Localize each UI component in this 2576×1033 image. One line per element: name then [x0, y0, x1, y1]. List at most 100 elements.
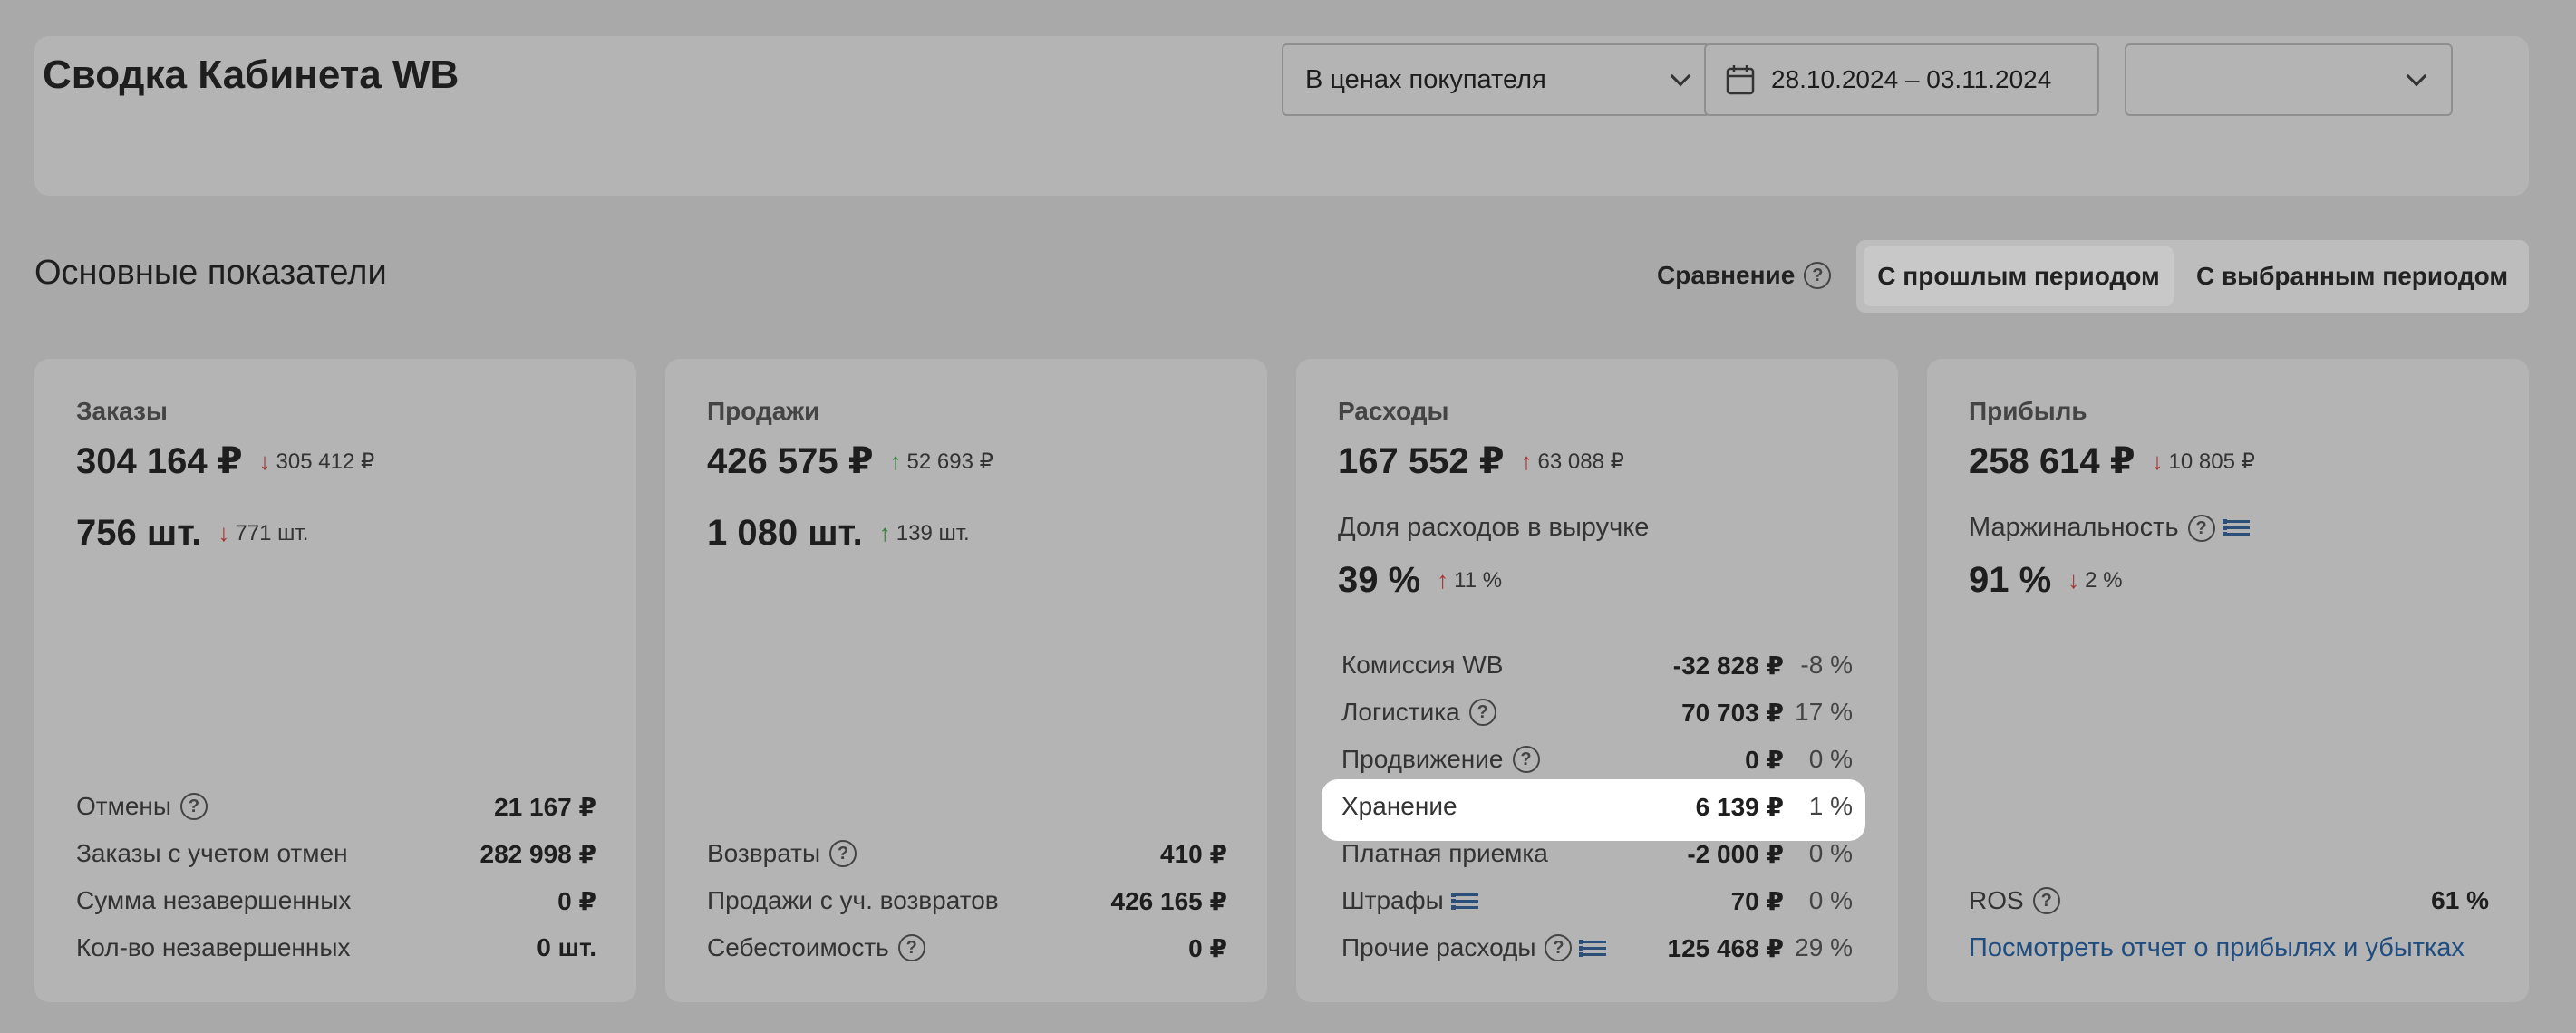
row-value: 70 ₽	[1730, 886, 1784, 915]
arrow-down-icon: ↓	[258, 447, 271, 475]
sales-count: 1 080 шт.	[707, 513, 863, 553]
compare-label-text: Сравнение	[1657, 261, 1796, 289]
question-circle-icon[interactable]: ?	[2187, 514, 2215, 542]
extra-select[interactable]	[2125, 43, 2453, 116]
question-circle-icon[interactable]: ?	[1804, 262, 1832, 289]
arrow-up-icon: ↑	[878, 519, 891, 546]
profit-label: Прибыль	[1969, 397, 2087, 425]
orders-row-unfinished-sum: Сумма незавершенных 0 ₽	[76, 883, 596, 919]
profit-amount-row: 258 614 ₽ ↓ 10 805 ₽	[1969, 440, 2255, 482]
row-value: -32 828 ₽	[1672, 651, 1784, 680]
section-title: Основные показатели	[34, 254, 387, 292]
row-value: 125 468 ₽	[1667, 933, 1784, 962]
sales-count-row: 1 080 шт. ↑ 139 шт.	[707, 513, 970, 554]
orders-row-net: Заказы с учетом отмен 282 998 ₽	[76, 835, 596, 872]
row-label: Кол-во незавершенных	[76, 933, 351, 961]
compare-label: Сравнение ?	[1657, 261, 1832, 290]
row-value: 70 703 ₽	[1681, 698, 1784, 727]
orders-count-delta: ↓ 771 шт.	[218, 519, 308, 547]
page-title: Сводка Кабинета WB	[43, 53, 460, 97]
row-label: Прочие расходы	[1341, 933, 1536, 961]
expenses-amount-delta: ↑ 63 088 ₽	[1521, 448, 1624, 476]
expenses-row-paid-acceptance: Платная приемка -2 000 ₽ 0 %	[1341, 835, 1853, 872]
question-circle-icon[interactable]: ?	[1468, 699, 1496, 726]
question-circle-icon[interactable]: ?	[829, 840, 857, 867]
row-label: Штрафы	[1341, 886, 1444, 914]
sales-row-net: Продажи с уч. возвратов 426 165 ₽	[707, 883, 1227, 919]
orders-count: 756 шт.	[76, 513, 202, 553]
orders-card: Заказы 304 164 ₽ ↓ 305 412 ₽ 756 шт. ↓ 7…	[34, 359, 636, 1002]
profit-margin: 91 %	[1969, 560, 2052, 600]
row-value: 0 ₽	[557, 886, 596, 915]
row-value: 282 998 ₽	[479, 839, 596, 868]
row-value: 410 ₽	[1160, 839, 1227, 868]
profit-report-link[interactable]: Посмотреть отчет о прибылях и убытках	[1969, 933, 2465, 963]
expenses-share-row: 39 % ↑ 11 %	[1338, 560, 1502, 601]
profit-margin-row: 91 % ↓ 2 %	[1969, 560, 2123, 601]
list-icon[interactable]	[2222, 519, 2250, 536]
sales-amount-delta-value: 52 693 ₽	[906, 449, 993, 474]
sales-row-returns: Возвраты? 410 ₽	[707, 835, 1227, 872]
row-label: Заказы с учетом отмен	[76, 839, 348, 867]
profit-margin-label-text: Маржинальность	[1969, 513, 2179, 542]
compare-toggle: С прошлым периодом С выбранным периодом	[1856, 240, 2529, 313]
row-label: Отмены	[76, 792, 172, 820]
expenses-row-logistics: Логистика? 70 703 ₽ 17 %	[1341, 694, 1853, 730]
question-circle-icon[interactable]: ?	[897, 934, 925, 961]
row-value: 426 165 ₽	[1110, 886, 1227, 915]
expenses-row-commission: Комиссия WB -32 828 ₽ -8 %	[1341, 647, 1853, 683]
date-range-picker[interactable]: 28.10.2024 – 03.11.2024	[1704, 43, 2099, 116]
profit-amount: 258 614 ₽	[1969, 441, 2135, 481]
arrow-down-icon: ↓	[2151, 447, 2164, 475]
question-circle-icon[interactable]: ?	[1512, 746, 1540, 773]
sales-amount-row: 426 575 ₽ ↑ 52 693 ₽	[707, 440, 993, 482]
row-percent: -8 %	[1800, 651, 1853, 679]
row-label: Продажи с уч. возвратов	[707, 886, 999, 914]
price-mode-select[interactable]: В ценах покупателя	[1282, 43, 1711, 116]
row-percent: 0 %	[1808, 745, 1853, 773]
list-icon[interactable]	[1579, 939, 1607, 957]
orders-row-unfinished-count: Кол-во незавершенных 0 шт.	[76, 930, 596, 966]
row-value: 0 ₽	[1188, 933, 1227, 962]
orders-label: Заказы	[76, 397, 168, 425]
sales-row-cost: Себестоимость? 0 ₽	[707, 930, 1227, 966]
sales-count-delta-value: 139 шт.	[896, 520, 970, 545]
orders-amount-delta: ↓ 305 412 ₽	[259, 448, 375, 476]
row-value: 6 139 ₽	[1695, 792, 1784, 821]
orders-amount-delta-value: 305 412 ₽	[276, 449, 375, 474]
expenses-amount-row: 167 552 ₽ ↑ 63 088 ₽	[1338, 440, 1624, 482]
arrow-down-icon: ↓	[2068, 566, 2080, 594]
sales-label: Продажи	[707, 397, 820, 425]
chevron-down-icon	[1670, 65, 1691, 87]
expenses-amount: 167 552 ₽	[1338, 441, 1505, 481]
expenses-row-fines: Штрафы 70 ₽ 0 %	[1341, 883, 1853, 919]
list-icon[interactable]	[1450, 892, 1478, 910]
arrow-up-icon: ↑	[889, 447, 902, 475]
orders-row-cancellations: Отмены? 21 167 ₽	[76, 788, 596, 825]
arrow-up-icon: ↑	[1520, 447, 1533, 475]
profit-margin-delta: ↓ 2 %	[2068, 566, 2122, 594]
question-circle-icon[interactable]: ?	[1545, 934, 1573, 961]
row-label: Комиссия WB	[1341, 651, 1504, 679]
row-percent: 17 %	[1795, 698, 1853, 726]
profit-card: Прибыль 258 614 ₽ ↓ 10 805 ₽ Маржинально…	[1927, 359, 2529, 1002]
row-value: 21 167 ₽	[494, 792, 596, 821]
sales-card: Продажи 426 575 ₽ ↑ 52 693 ₽ 1 080 шт. ↑…	[665, 359, 1267, 1002]
row-percent: 29 %	[1795, 933, 1853, 961]
row-value: -2 000 ₽	[1687, 839, 1784, 868]
expenses-row-storage: Хранение 6 139 ₽ 1 %	[1341, 788, 1853, 825]
row-label: Сумма незавершенных	[76, 886, 352, 914]
orders-count-row: 756 шт. ↓ 771 шт.	[76, 513, 308, 554]
row-value: 61 %	[2431, 886, 2489, 914]
expenses-row-promotion: Продвижение? 0 ₽ 0 %	[1341, 741, 1853, 777]
expenses-share: 39 %	[1338, 560, 1421, 600]
sales-amount: 426 575 ₽	[707, 441, 874, 481]
compare-chosen-period-button[interactable]: С выбранным периодом	[2183, 246, 2522, 306]
question-circle-icon[interactable]: ?	[180, 793, 208, 820]
arrow-up-icon: ↑	[1437, 566, 1449, 594]
expenses-amount-delta-value: 63 088 ₽	[1537, 449, 1624, 474]
question-circle-icon[interactable]: ?	[2032, 887, 2060, 914]
row-label: ROS	[1969, 886, 2024, 914]
profit-amount-delta-value: 10 805 ₽	[2168, 449, 2255, 474]
compare-prev-period-button[interactable]: С прошлым периодом	[1864, 246, 2174, 306]
